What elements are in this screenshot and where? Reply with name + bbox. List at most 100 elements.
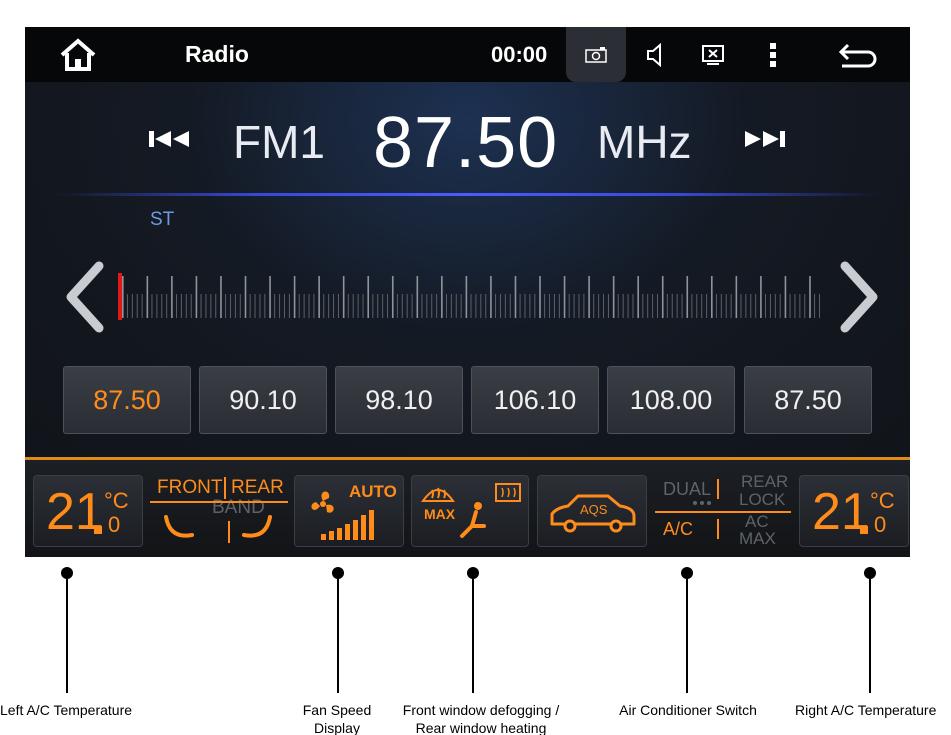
fan-dots-icon (693, 501, 711, 505)
tuner-tick (136, 294, 138, 318)
tuner-scale[interactable] (118, 272, 823, 322)
tuner-tick (185, 294, 187, 318)
right-temperature-display: 21 °C 0 (799, 475, 909, 547)
annotation-fan-speed-line2: Display (314, 720, 360, 735)
tuner-tick (283, 294, 285, 318)
tune-up-button[interactable] (837, 260, 883, 339)
tuner-tick (411, 294, 413, 318)
preset-button-5[interactable]: 108.00 (607, 366, 735, 434)
tuner-tick (593, 294, 595, 318)
tuner-tick (809, 276, 811, 318)
tuner-tick (681, 294, 683, 318)
fan-speed-display[interactable]: AUTO (294, 475, 404, 547)
annotation-fan-speed: Fan Speed Display (292, 701, 382, 735)
back-button[interactable] (830, 27, 886, 82)
home-button[interactable] (53, 27, 103, 82)
tune-down-button[interactable] (61, 260, 107, 339)
aqs-button[interactable]: AQS (537, 475, 647, 547)
tuner-tick (485, 294, 487, 318)
left-temp-decimal: 0 (108, 512, 121, 537)
tuner-tick (308, 294, 310, 318)
preset-button-3[interactable]: 98.10 (335, 366, 463, 434)
tuner-tick (706, 294, 708, 318)
decimal-point (94, 526, 102, 534)
tuner-tick (279, 294, 281, 318)
frequency-display: 87.50 (373, 103, 559, 183)
fan-speed-bars (321, 510, 374, 540)
tuner-tick (774, 294, 776, 318)
tuner-tick (293, 276, 296, 318)
annotation-ac-switch: Air Conditioner Switch (619, 702, 757, 718)
head-unit-screen: Radio 00:00 FM1 87.50 MHz ST 87.50 90.10… (25, 27, 910, 557)
tuner-tick (598, 294, 600, 318)
right-temp-decimal: 0 (874, 512, 887, 537)
ac-label[interactable]: A/C (663, 519, 693, 540)
tuner-tick (455, 294, 457, 318)
preset-button-1[interactable]: 87.50 (63, 366, 191, 434)
menu-button[interactable] (755, 27, 791, 82)
preset-button-4[interactable]: 106.10 (471, 366, 599, 434)
band-label[interactable]: FM1 (233, 115, 325, 169)
tuner-tick (259, 294, 261, 318)
annotation-left-temp: Left A/C Temperature (0, 702, 133, 718)
left-temperature-display: 21 °C 0 (33, 475, 143, 547)
left-temp-unit: °C (104, 488, 129, 513)
tuner-tick (711, 276, 713, 318)
frequency-unit: MHz (597, 116, 692, 168)
tuner-tick (558, 294, 560, 318)
defog-heating-panel[interactable]: MAX (411, 475, 529, 547)
screenshot-button[interactable] (566, 27, 626, 82)
tuner-tick (200, 294, 202, 318)
tuner-tick (131, 294, 133, 318)
seek-previous-button[interactable] (147, 129, 191, 154)
annotation-defog-line1: Front window defogging / (402, 702, 560, 718)
seek-next-button[interactable] (743, 129, 787, 154)
tuner-tick (725, 294, 727, 318)
aqs-label: AQS (580, 502, 608, 517)
tuner-tick (607, 294, 609, 318)
screen-off-icon (702, 44, 724, 65)
tuner-tick (151, 294, 153, 318)
tuner-tick (819, 294, 820, 318)
tuner-tick (180, 294, 182, 318)
tuner-tick (740, 294, 742, 318)
tuner-tick (195, 276, 198, 318)
tuner-tick (460, 294, 462, 318)
tuner-tick (396, 294, 398, 318)
tuner-tick (328, 294, 330, 318)
tuner-tick (475, 294, 477, 318)
tuner-tick (347, 294, 349, 318)
tuner-tick (333, 294, 335, 318)
tuner-tick (745, 294, 747, 318)
home-icon (60, 37, 96, 71)
tuner-tick (799, 294, 801, 318)
tuner-tick (617, 294, 619, 318)
tuner-tick (603, 294, 605, 318)
rear-lock-line2[interactable]: LOCK (739, 491, 785, 509)
rear-defrost-icon (495, 483, 521, 502)
chevron-right-icon (840, 261, 878, 333)
tuner-tick (126, 294, 128, 318)
display-off-button[interactable] (695, 27, 731, 82)
chevron-left-icon (66, 261, 104, 333)
tuner-tick (175, 294, 177, 318)
preset-button-2[interactable]: 90.10 (199, 366, 327, 434)
tuner-tick (470, 294, 472, 318)
skip-next-icon (745, 131, 785, 147)
tuner-tick (161, 294, 163, 318)
ac-max-line2[interactable]: MAX (739, 530, 776, 548)
volume-button[interactable] (637, 27, 673, 82)
tuner-tick (274, 294, 276, 318)
tuner-tick (612, 276, 615, 318)
annotation-line (66, 573, 68, 693)
rear-label: REAR (224, 477, 284, 499)
preset-button-6[interactable]: 87.50 (744, 366, 872, 434)
tuner-tick (730, 294, 732, 318)
tuner-tick (750, 294, 752, 318)
tuner-tick (225, 294, 227, 318)
ac-divider-mid (655, 511, 791, 513)
tuner-tick (553, 294, 555, 318)
tuner-position-marker[interactable] (118, 273, 122, 320)
dual-label[interactable]: DUAL (663, 479, 711, 500)
rear-lock-line1[interactable]: REAR (741, 473, 788, 491)
